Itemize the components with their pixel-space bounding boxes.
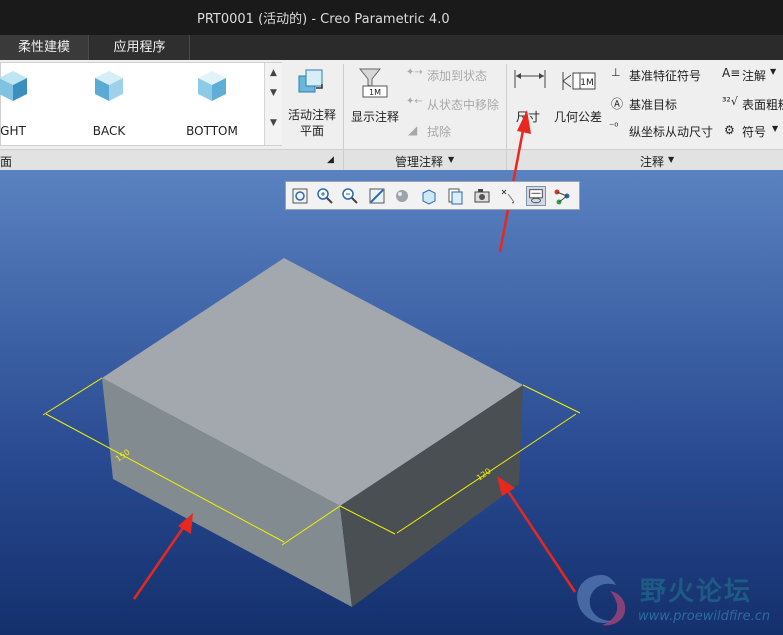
display-style-icon[interactable] xyxy=(392,186,412,206)
forum-watermark: 野火论坛 www.proewildfire.cn xyxy=(570,567,783,635)
red-arrow-icon xyxy=(504,487,577,593)
saved-orientations-icon[interactable] xyxy=(419,186,439,206)
perspective-view-icon[interactable] xyxy=(472,186,492,206)
watermark-logo-icon xyxy=(577,575,626,626)
refit-icon[interactable] xyxy=(290,186,310,206)
view-toolbar xyxy=(285,181,580,210)
datum-display-filters-icon[interactable] xyxy=(498,186,518,206)
red-arrow-icon xyxy=(132,524,187,600)
watermark-title: 野火论坛 xyxy=(640,577,753,607)
spin-center-icon[interactable] xyxy=(552,186,572,206)
red-arrow-icon xyxy=(517,110,531,134)
watermark-url: www.proewildfire.cn xyxy=(638,609,771,624)
zoom-out-icon[interactable] xyxy=(340,186,360,206)
zoom-in-icon[interactable] xyxy=(315,186,335,206)
repaint-icon[interactable] xyxy=(367,186,387,206)
model-scene: 150 120 xyxy=(42,110,581,607)
view-manager-icon[interactable] xyxy=(445,186,465,206)
annotation-display-icon[interactable] xyxy=(526,186,546,206)
